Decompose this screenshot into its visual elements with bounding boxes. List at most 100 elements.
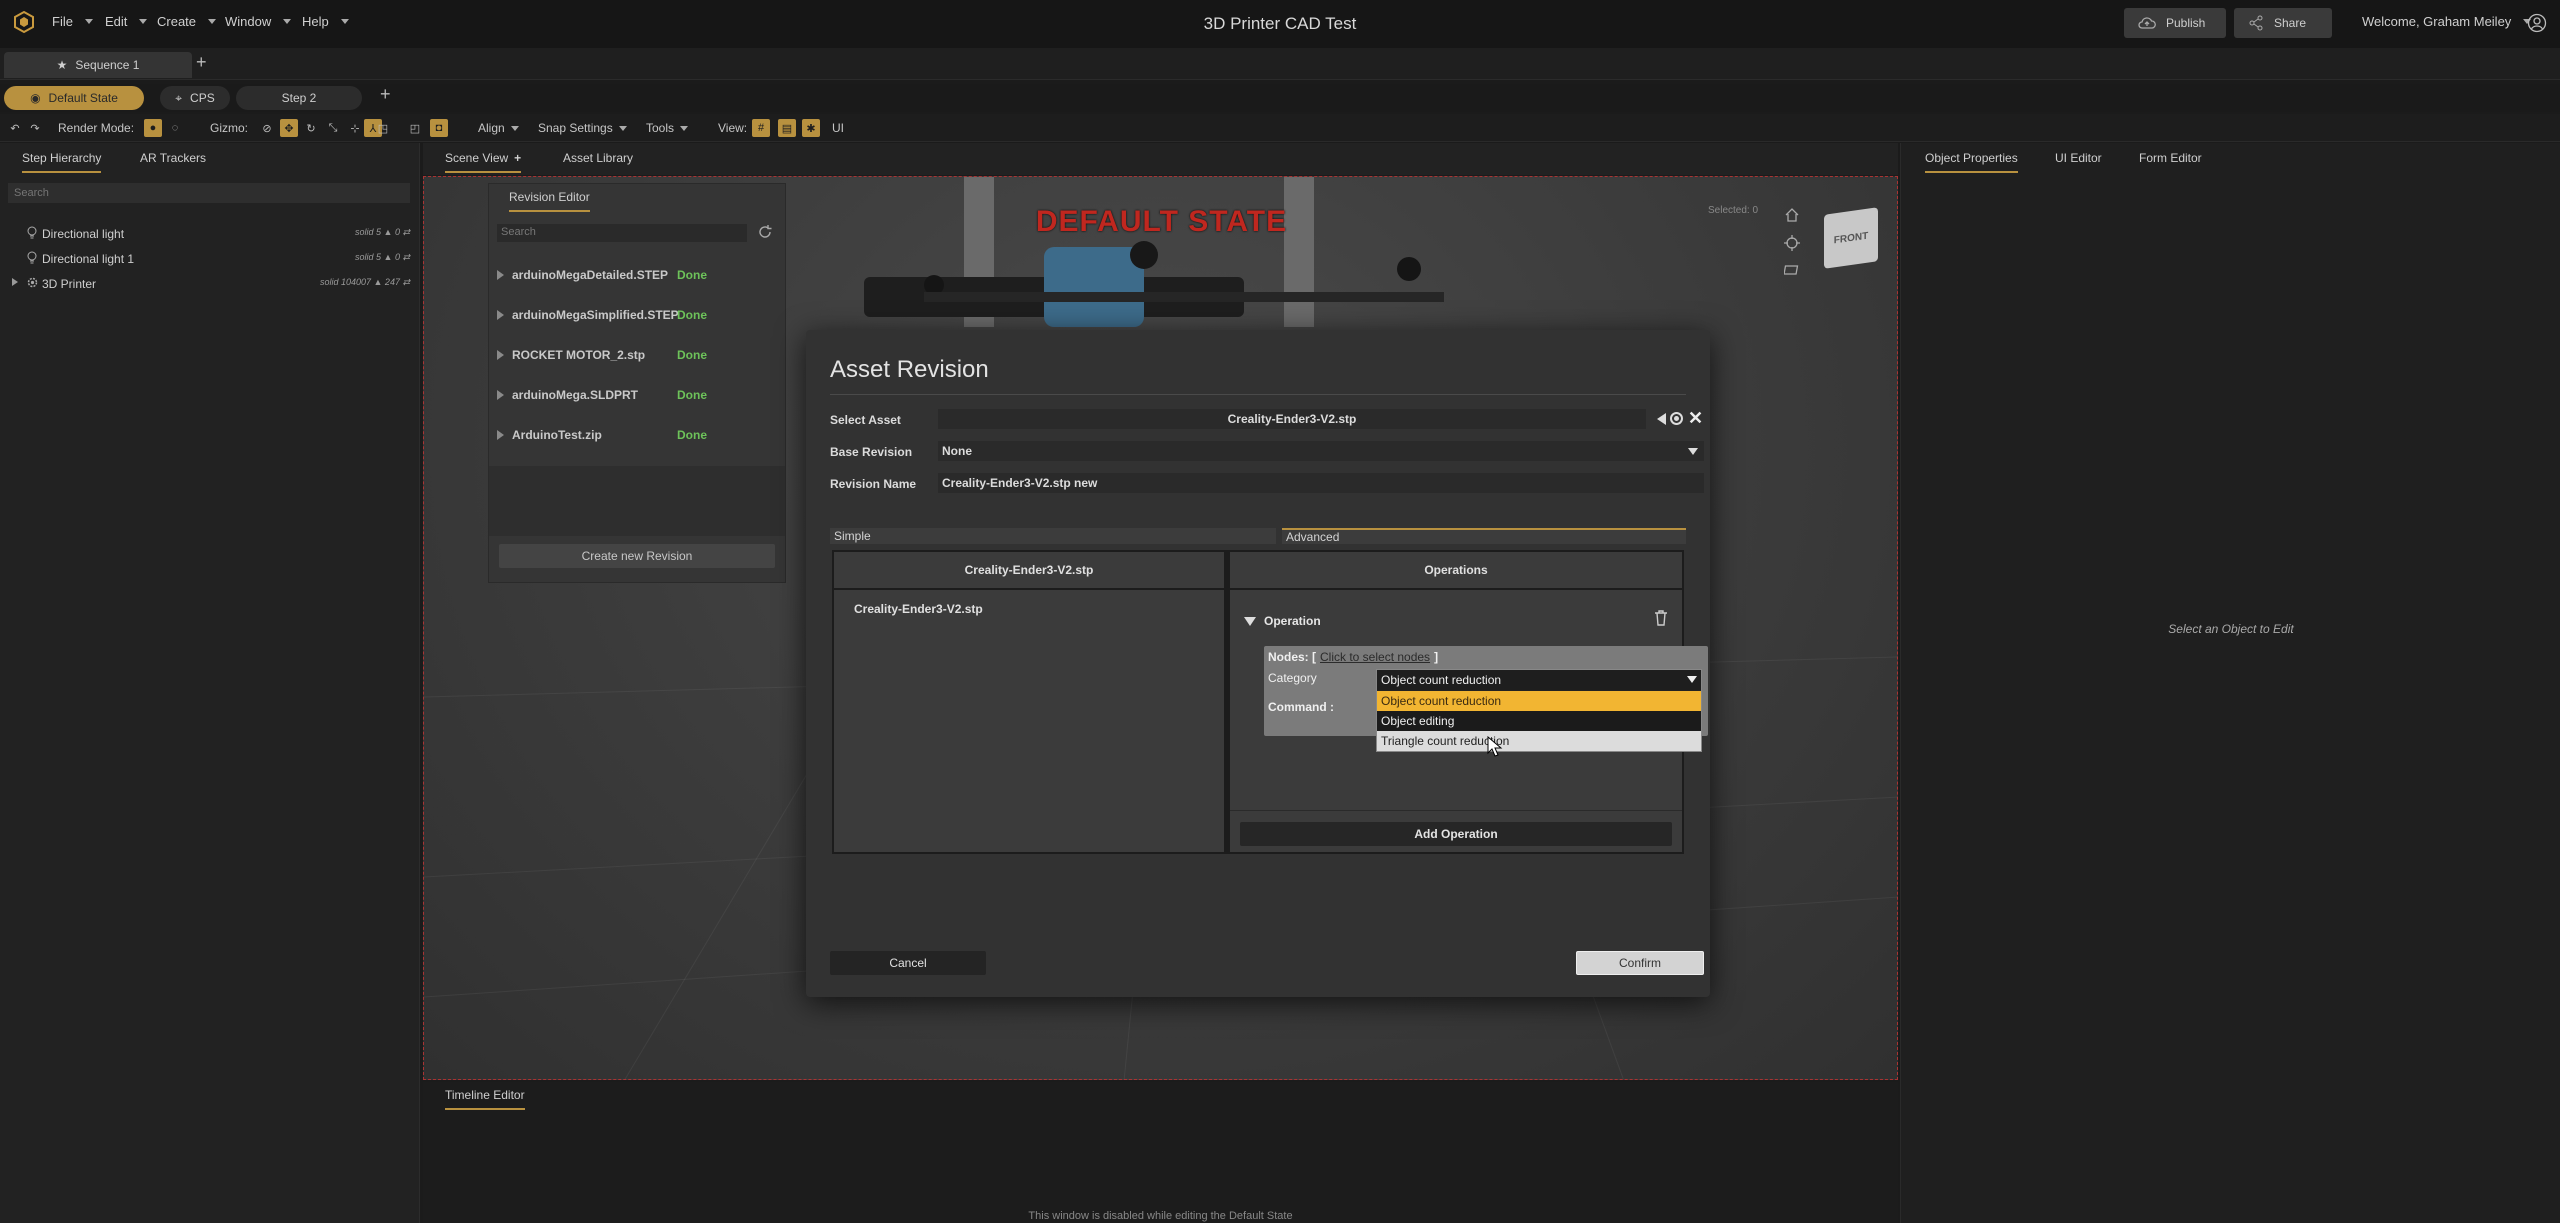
revision-name: arduinoMegaDetailed.STEP	[512, 268, 669, 282]
expand-arrow-icon	[497, 310, 504, 320]
hierarchy-item[interactable]: Directional light solid 5 ▲ 0 ⇄	[0, 223, 410, 245]
tab-ui-editor[interactable]: UI Editor	[2055, 151, 2102, 171]
revision-status: Done	[677, 268, 707, 282]
gear-icon	[26, 276, 39, 289]
refresh-icon[interactable]	[757, 224, 773, 240]
command-label: Command :	[1268, 700, 1334, 714]
base-revision-select[interactable]: None	[938, 441, 1704, 461]
hierarchy-item[interactable]: Directional light 1 solid 5 ▲ 0 ⇄	[0, 248, 410, 270]
render-solid-icon[interactable]: ●	[144, 119, 162, 137]
tab-scene-view[interactable]: Scene View +	[445, 151, 522, 173]
step-tab-step-2[interactable]: Step 2	[236, 86, 362, 110]
snap-settings-label: Snap Settings	[538, 121, 613, 135]
operation-header-row[interactable]: Operation	[1244, 614, 1321, 628]
home-view-icon[interactable]	[1784, 207, 1800, 223]
asset-tree-item[interactable]: Creality-Ender3-V2.stp	[854, 602, 983, 616]
left-panel: Step Hierarchy AR Trackers Directional l…	[0, 143, 420, 1223]
revision-row[interactable]: arduinoMegaDetailed.STEP Done	[497, 256, 777, 294]
radio-dot-icon: ◉	[30, 91, 41, 105]
view-cube[interactable]: FRONT	[1824, 207, 1878, 269]
clear-asset-icon[interactable]: ✕	[1688, 408, 1703, 429]
tab-advanced[interactable]: Advanced	[1282, 528, 1686, 544]
render-mode-label: Render Mode:	[58, 121, 135, 135]
tab-timeline-editor[interactable]: Timeline Editor	[445, 1088, 525, 1110]
gizmo-transform-icon[interactable]: ⊹	[346, 119, 364, 137]
pivot-icon[interactable]: ◰	[406, 119, 424, 137]
camera-view-icon[interactable]	[1784, 263, 1800, 277]
cancel-button[interactable]: Cancel	[830, 951, 986, 975]
splitter[interactable]	[1224, 552, 1230, 852]
operations-header: Operations	[1230, 552, 1682, 590]
revision-row[interactable]: arduinoMega.SLDPRT Done	[497, 376, 777, 414]
render-wire-icon[interactable]: ◌	[166, 119, 184, 137]
operation-title: Operation	[1264, 614, 1321, 628]
previous-asset-icon[interactable]	[1657, 413, 1666, 425]
add-icon: +	[514, 151, 522, 165]
redo-icon[interactable]: ↷	[26, 119, 44, 137]
undo-icon[interactable]: ↶	[6, 119, 24, 137]
target-asset-icon[interactable]	[1670, 412, 1683, 425]
user-greeting: Welcome, Graham Meiley	[2362, 14, 2512, 29]
tab-step-hierarchy[interactable]: Step Hierarchy	[22, 151, 102, 173]
revision-search-input[interactable]: Search	[497, 224, 747, 242]
scene-view-label: Scene View	[445, 151, 509, 165]
view-grid-icon[interactable]: #	[752, 119, 770, 137]
view-comment-icon[interactable]: ▤	[778, 119, 796, 137]
tab-asset-library[interactable]: Asset Library	[563, 151, 633, 171]
share-button[interactable]: Share	[2234, 8, 2332, 38]
view-lighting-icon[interactable]: ✱	[802, 119, 820, 137]
create-new-revision-button[interactable]: Create new Revision	[499, 544, 775, 568]
revision-row[interactable]: arduinoMegaSimplified.STEP Done	[497, 296, 777, 334]
gizmo-global-icon[interactable]: ◳	[374, 119, 392, 137]
user-menu[interactable]: Welcome, Graham Meiley	[2362, 14, 2532, 29]
add-step-icon[interactable]: +	[380, 84, 391, 105]
add-sequence-icon[interactable]: +	[196, 52, 207, 73]
share-label: Share	[2274, 16, 2307, 30]
add-operation-button[interactable]: Add Operation	[1240, 822, 1672, 846]
sequence-tab-label: Sequence 1	[75, 58, 140, 72]
account-icon[interactable]	[2527, 13, 2547, 33]
align-dropdown[interactable]: Align	[478, 121, 519, 135]
tools-dropdown[interactable]: Tools	[646, 121, 689, 135]
gizmo-rotate-icon[interactable]: ↻	[302, 119, 320, 137]
dialog-title: Asset Revision	[830, 356, 989, 383]
dropdown-option-object-editing[interactable]: Object editing	[1377, 711, 1701, 731]
revision-status: Done	[677, 428, 707, 442]
focus-view-icon[interactable]	[1784, 235, 1800, 251]
expand-arrow-icon[interactable]	[12, 278, 18, 286]
tab-simple[interactable]: Simple	[830, 528, 1276, 544]
revision-row[interactable]: ArduinoTest.zip Done	[497, 416, 777, 454]
tab-ar-trackers[interactable]: AR Trackers	[140, 151, 206, 171]
tab-form-editor[interactable]: Form Editor	[2139, 151, 2202, 171]
hierarchy-item[interactable]: 3D Printer solid 104007 ▲ 247 ⇄	[0, 273, 410, 295]
gizmo-move-icon[interactable]: ✥	[280, 119, 298, 137]
revision-name-input[interactable]: Creality-Ender3-V2.stp new	[938, 473, 1704, 493]
pivot-center-icon[interactable]: ◘	[430, 119, 448, 137]
snap-settings-dropdown[interactable]: Snap Settings	[538, 121, 627, 135]
category-select-current[interactable]: Object count reduction	[1377, 670, 1701, 690]
select-asset-field[interactable]: Creality-Ender3-V2.stp	[938, 409, 1646, 429]
category-dropdown[interactable]: Object count reduction Object count redu…	[1376, 669, 1702, 752]
publish-button[interactable]: Publish	[2124, 8, 2226, 38]
revision-status: Done	[677, 348, 707, 362]
step-tab-cps[interactable]: ⌖ CPS	[160, 86, 230, 110]
gizmo-scale-icon[interactable]: ⤡	[324, 119, 342, 137]
revision-row[interactable]: ROCKET MOTOR_2.stp Done	[497, 336, 777, 374]
gizmo-none-icon[interactable]: ⊘	[258, 119, 276, 137]
hierarchy-search-input[interactable]	[8, 183, 410, 203]
expand-arrow-icon	[497, 430, 504, 440]
mode-tabs: Simple Advanced	[830, 528, 1686, 544]
confirm-button[interactable]: Confirm	[1576, 951, 1704, 975]
tab-object-properties[interactable]: Object Properties	[1925, 151, 2018, 173]
dropdown-option-object-count-reduction[interactable]: Object count reduction	[1377, 691, 1701, 711]
expand-arrow-icon	[497, 350, 504, 360]
step-tab-default-state[interactable]: ◉ Default State	[4, 86, 144, 110]
view-ui-toggle[interactable]: UI	[832, 121, 844, 135]
delete-operation-icon[interactable]	[1654, 610, 1668, 626]
tab-sequence-1[interactable]: ★ Sequence 1	[4, 52, 192, 78]
selected-count: Selected: 0	[1708, 205, 1759, 216]
dropdown-option-triangle-count-reduction[interactable]: Triangle count reduction	[1377, 731, 1701, 751]
revision-editor-panel: Revision Editor Search arduinoMegaDetail…	[488, 183, 786, 583]
select-nodes-link[interactable]: Click to select nodes	[1320, 650, 1430, 664]
revision-status: Done	[677, 388, 707, 402]
